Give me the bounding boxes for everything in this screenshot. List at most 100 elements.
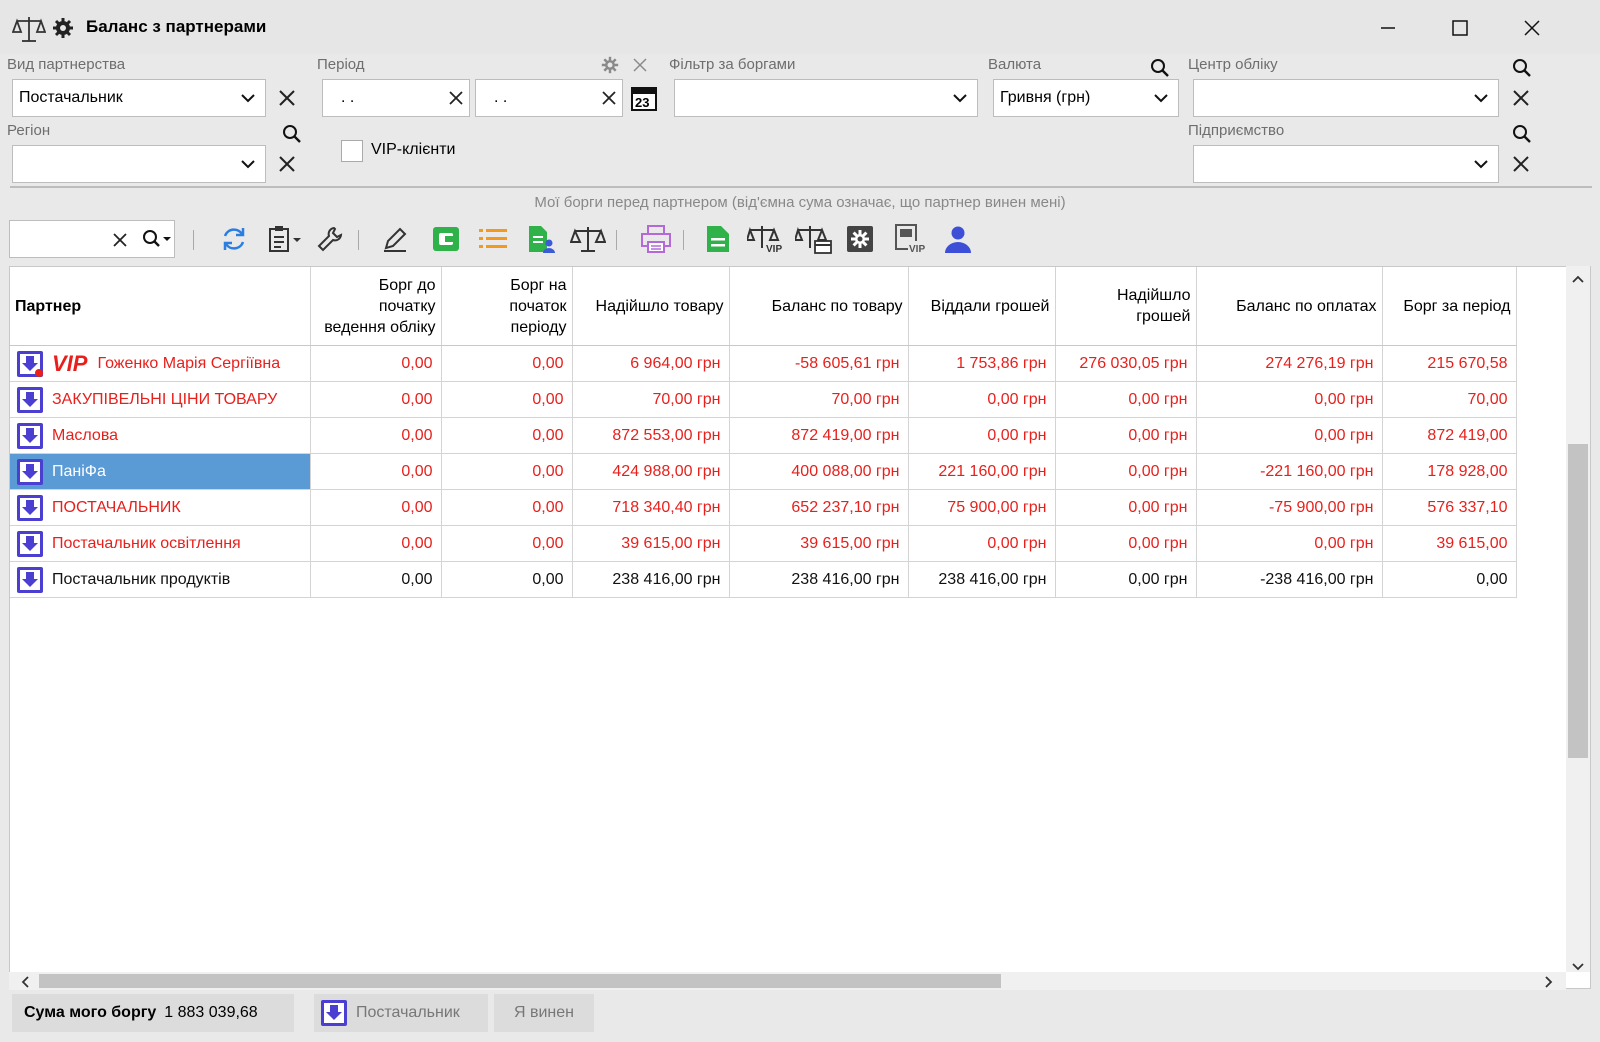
value-cell[interactable]: 0,00 грн (1196, 525, 1383, 562)
value-cell[interactable]: 0,00 грн (1055, 453, 1197, 490)
currency-search-icon[interactable] (1148, 56, 1172, 80)
column-header[interactable]: Надійшло товару (572, 267, 730, 346)
scroll-up-icon[interactable] (1572, 270, 1584, 288)
value-cell[interactable]: 0,00 (1382, 561, 1517, 598)
period-settings-icon[interactable] (601, 56, 619, 79)
value-cell[interactable]: 39 615,00 грн (572, 525, 730, 562)
value-cell[interactable]: 424 988,00 грн (572, 453, 730, 490)
column-header[interactable]: Борг на початок періоду (441, 267, 573, 346)
value-cell[interactable]: 0,00 (310, 417, 442, 454)
value-cell[interactable]: 238 416,00 грн (572, 561, 730, 598)
value-cell[interactable]: 400 088,00 грн (729, 453, 909, 490)
value-cell[interactable]: 274 276,19 грн (1196, 345, 1383, 382)
list-icon[interactable] (475, 221, 511, 257)
table-row[interactable]: ПОСТАЧАЛЬНИК 0,00 0,00 718 340,40 грн 652 23… (10, 489, 1517, 526)
value-cell[interactable]: 718 340,40 грн (572, 489, 730, 526)
value-cell[interactable]: 0,00 (310, 381, 442, 418)
vertical-scrollbar[interactable] (1566, 266, 1590, 972)
value-cell[interactable]: -221 160,00 грн (1196, 453, 1383, 490)
payment-wallet-icon[interactable] (428, 221, 464, 257)
gear-icon[interactable] (52, 17, 74, 44)
value-cell[interactable]: -58 605,61 грн (729, 345, 909, 382)
value-cell[interactable]: 0,00 грн (1196, 381, 1383, 418)
column-header[interactable]: Надійшло грошей (1055, 267, 1197, 346)
settings-box-icon[interactable] (842, 221, 878, 257)
table-row[interactable]: Постачальник освітлення 0,00 0,00 39 615,00… (10, 525, 1517, 562)
value-cell[interactable]: 70,00 грн (572, 381, 730, 418)
column-header[interactable]: Партнер (10, 267, 311, 346)
column-header[interactable]: Борг до початку ведення обліку (310, 267, 442, 346)
value-cell[interactable]: 0,00 (441, 489, 573, 526)
value-cell[interactable]: 0,00 грн (908, 417, 1056, 454)
value-cell[interactable]: 0,00 грн (908, 525, 1056, 562)
value-cell[interactable]: 0,00 (310, 489, 442, 526)
value-cell[interactable]: 0,00 грн (1055, 561, 1197, 598)
value-cell[interactable]: 0,00 грн (1055, 381, 1197, 418)
value-cell[interactable]: 0,00 грн (1196, 417, 1383, 454)
value-cell[interactable]: 70,00 (1382, 381, 1517, 418)
region-search-icon[interactable] (280, 122, 304, 146)
value-cell[interactable]: -75 900,00 грн (1196, 489, 1383, 526)
column-header[interactable]: Борг за період (1382, 267, 1517, 346)
value-cell[interactable]: 178 928,00 (1382, 453, 1517, 490)
column-header[interactable]: Віддали грошей (908, 267, 1056, 346)
grid-search-input[interactable] (9, 220, 175, 258)
value-cell[interactable]: 238 416,00 грн (908, 561, 1056, 598)
clear-partnership-button[interactable] (274, 85, 300, 111)
value-cell[interactable]: 0,00 (310, 453, 442, 490)
period-from-input[interactable]: . . (322, 79, 470, 117)
table-row[interactable]: ЗАКУПІВЕЛЬНІ ЦІНИ ТОВАРУ 0,00 0,00 70,00 гр… (10, 381, 1517, 418)
center-select[interactable] (1193, 79, 1499, 117)
clear-center-button[interactable] (1508, 85, 1534, 111)
horizontal-scrollbar[interactable] (9, 972, 1566, 990)
refresh-icon[interactable] (216, 221, 252, 257)
period-clear-icon[interactable] (633, 58, 647, 77)
i-owe-box[interactable]: Я винен (494, 994, 594, 1032)
value-cell[interactable]: 652 237,10 грн (729, 489, 909, 526)
clear-period-to-icon[interactable] (596, 85, 622, 111)
value-cell[interactable]: 576 337,10 (1382, 489, 1517, 526)
value-cell[interactable]: 75 900,00 грн (908, 489, 1056, 526)
maximize-button[interactable] (1440, 10, 1480, 46)
value-cell[interactable]: 0,00 (441, 453, 573, 490)
center-search-icon[interactable] (1510, 56, 1534, 80)
report-document-icon[interactable] (700, 221, 736, 257)
value-cell[interactable]: 238 416,00 грн (729, 561, 909, 598)
value-cell[interactable]: 872 419,00 грн (729, 417, 909, 454)
value-cell[interactable]: 0,00 (310, 345, 442, 382)
partner-cell[interactable]: Постачальник освітлення (10, 525, 311, 562)
partner-document-icon[interactable] (523, 221, 559, 257)
scroll-down-icon[interactable] (1572, 958, 1584, 976)
clipboard-menu-icon[interactable] (264, 221, 308, 257)
partnership-select[interactable]: Постачальник (12, 79, 266, 117)
currency-select[interactable]: Гривня (грн) (993, 79, 1179, 117)
value-cell[interactable]: 215 670,58 (1382, 345, 1517, 382)
vip-checkbox[interactable] (341, 140, 363, 162)
debt-filter-select[interactable] (674, 79, 978, 117)
close-window-button[interactable] (1512, 10, 1552, 46)
clear-region-button[interactable] (274, 151, 300, 177)
value-cell[interactable]: 39 615,00 грн (729, 525, 909, 562)
value-cell[interactable]: 872 553,00 грн (572, 417, 730, 454)
clear-enterprise-button[interactable] (1508, 151, 1534, 177)
user-icon[interactable] (940, 221, 976, 257)
column-header[interactable]: Баланс по оплатах (1196, 267, 1383, 346)
partner-type-box[interactable]: Постачальник (314, 994, 488, 1032)
horizontal-scroll-thumb[interactable] (39, 974, 1001, 988)
print-icon[interactable] (638, 221, 674, 257)
value-cell[interactable]: -238 416,00 грн (1196, 561, 1383, 598)
partner-cell[interactable]: ПаніФа (10, 453, 311, 490)
clear-period-from-icon[interactable] (443, 85, 469, 111)
value-cell[interactable]: 221 160,00 грн (908, 453, 1056, 490)
value-cell[interactable]: 0,00 грн (1055, 417, 1197, 454)
region-select[interactable] (12, 145, 266, 183)
calendar-icon[interactable]: 23 (630, 84, 658, 112)
search-dropdown-icon[interactable] (142, 229, 172, 254)
enterprise-search-icon[interactable] (1510, 122, 1534, 146)
partner-cell[interactable]: VIP Гоженко Марія Сергіївна (10, 345, 311, 382)
value-cell[interactable]: 872 419,00 (1382, 417, 1517, 454)
value-cell[interactable]: 0,00 (310, 561, 442, 598)
value-cell[interactable]: 0,00 грн (1055, 525, 1197, 562)
partner-cell[interactable]: Постачальник продуктів (10, 561, 311, 598)
value-cell[interactable]: 70,00 грн (729, 381, 909, 418)
